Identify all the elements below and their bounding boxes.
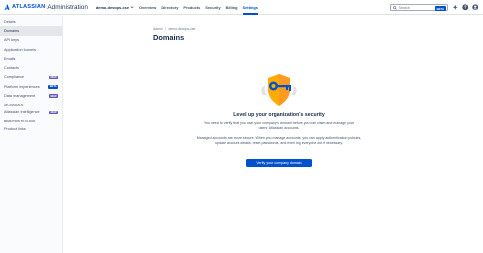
search-icon — [393, 5, 397, 10]
breadcrumb: Admin / demo-devops-cse — [153, 27, 197, 31]
sidebar-item-api-keys[interactable]: API keys — [0, 36, 62, 45]
shield-key-illustration-icon — [261, 74, 297, 106]
main-nav: demo-devops-cse Overview Directory Produ… — [96, 0, 263, 15]
search-box[interactable]: BETA — [390, 4, 448, 11]
sidebar-section-heading: MIGRATION TO CLOUD — [4, 118, 36, 123]
sidebar-item-details[interactable]: Details — [0, 17, 62, 26]
chevron-down-icon — [130, 6, 134, 9]
new-badge: NEW — [49, 75, 58, 80]
sidebar-item-application-tunnels[interactable]: Application tunnels — [0, 45, 62, 54]
sidebar-item-label: Application tunnels — [4, 47, 36, 52]
org-switcher[interactable]: demo-devops-cse — [96, 0, 134, 15]
beta-badge: BETA — [48, 84, 58, 89]
sidebar-section-heading: ATLASSIAN AI — [4, 102, 24, 107]
product-name: Administration — [47, 3, 88, 11]
nav-overview[interactable]: Overview — [139, 0, 156, 15]
sidebar-item-label: Platform experiences — [4, 84, 40, 89]
sidebar-item-label: Contacts — [4, 66, 19, 71]
main-content: Admin / demo-devops-cse Domains Level up… — [64, 16, 483, 253]
sidebar-item-data-management[interactable]: Data management NEW — [0, 91, 62, 100]
breadcrumb-org[interactable]: demo-devops-cse — [168, 27, 195, 31]
sidebar-item-emails[interactable]: Emails — [0, 54, 62, 63]
svg-text:?: ? — [464, 5, 467, 10]
sidebar-item-atlassian-intelligence[interactable]: Atlassian Intelligence NEW — [0, 108, 62, 117]
breadcrumb-separator: / — [165, 27, 167, 31]
nav-billing[interactable]: Billing — [226, 0, 238, 15]
nav-security[interactable]: Security — [205, 0, 220, 15]
help-icon[interactable]: ? — [462, 4, 469, 11]
sidebar-item-label: Product links — [4, 126, 26, 131]
sidebar-item-label: Data management — [4, 94, 36, 99]
new-badge: NEW — [49, 94, 58, 98]
notifications-icon[interactable] — [452, 4, 459, 11]
org-name: demo-devops-cse — [95, 4, 129, 10]
sidebar-item-label: API keys — [4, 38, 19, 43]
search-beta-badge: BETA — [435, 6, 446, 11]
verify-domain-button[interactable]: Verify your company domain — [246, 159, 312, 167]
sidebar-item-compliance[interactable]: Compliance NEW — [0, 73, 62, 82]
sidebar-item-contacts[interactable]: Contacts — [0, 63, 62, 72]
hero-title: Level up your organization's security — [233, 112, 325, 118]
sidebar-item-label: Compliance — [4, 75, 25, 80]
sidebar-item-label: Atlassian Intelligence — [4, 110, 40, 115]
sidebar-item-label: Details — [4, 19, 16, 24]
hero-description: You need to verify that you own your com… — [204, 121, 354, 130]
page-title: Domains — [153, 33, 185, 42]
brand-name: ATLASSIAN — [12, 4, 46, 10]
atlassian-logo-icon — [4, 4, 10, 10]
nav-products[interactable]: Products — [183, 0, 200, 15]
sidebar-item-product-links[interactable]: Product links — [0, 124, 62, 133]
sidebar-item-label: Domains — [4, 28, 19, 33]
atlassian-logo[interactable]: ATLASSIAN Administration — [4, 4, 88, 11]
hero-description-secondary: Managed accounts are more secure. When y… — [196, 136, 362, 145]
sidebar-item-label: Emails — [4, 56, 16, 61]
search-input[interactable] — [398, 5, 429, 10]
profile-icon[interactable] — [472, 4, 479, 11]
top-navigation-bar: ATLASSIAN Administration demo-devops-cse… — [0, 0, 483, 15]
nav-settings[interactable]: Settings — [242, 0, 259, 15]
sidebar-item-domains[interactable]: Domains — [0, 26, 62, 36]
settings-sidebar: Details Domains API keys Application tun… — [0, 16, 63, 253]
nav-directory[interactable]: Directory — [161, 0, 178, 15]
new-badge: NEW — [49, 110, 58, 115]
breadcrumb-admin[interactable]: Admin — [153, 27, 163, 31]
sidebar-item-platform-experiences[interactable]: Platform experiences BETA — [0, 82, 62, 91]
